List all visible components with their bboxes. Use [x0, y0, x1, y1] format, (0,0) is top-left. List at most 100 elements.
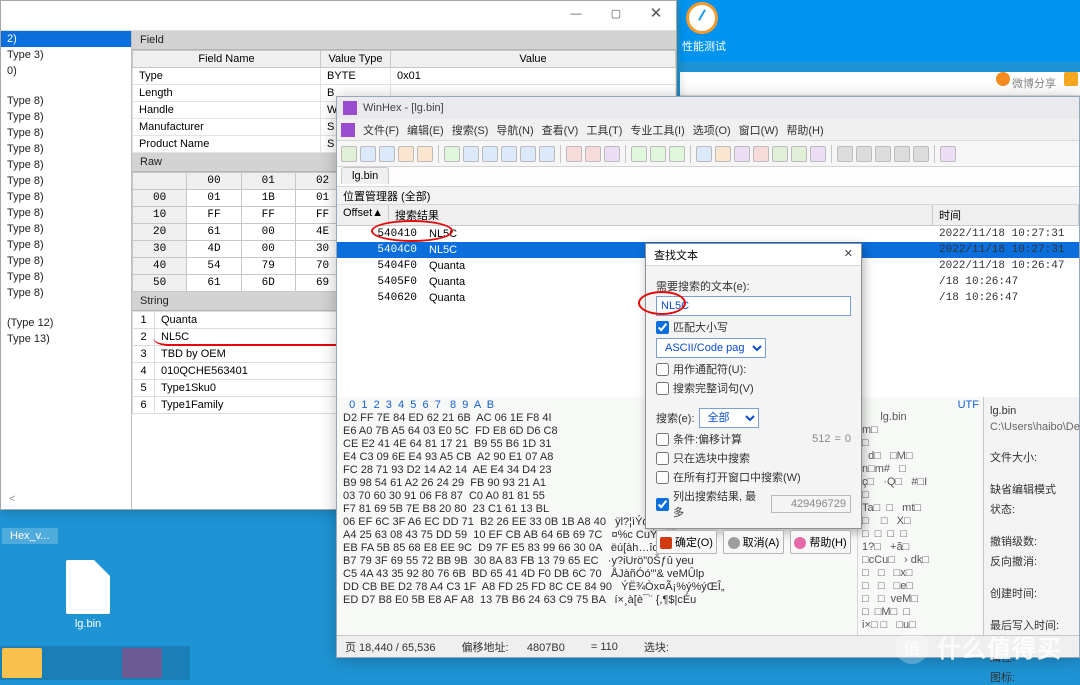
results-header: Offset▲ 搜索结果 时间	[337, 205, 1079, 226]
tb-next-icon[interactable]	[894, 146, 910, 162]
search-text-input[interactable]	[656, 296, 851, 316]
tb-ram-icon[interactable]	[696, 146, 712, 162]
tree-item[interactable]: Type 8)	[1, 173, 131, 189]
winhex-toolbar[interactable]	[337, 141, 1079, 167]
winhex-menu[interactable]: 文件(F) 编辑(E) 搜索(S) 导航(N) 查看(V) 工具(T) 专业工具…	[337, 119, 1079, 141]
menu-edit[interactable]: 编辑(E)	[407, 122, 444, 138]
tb-compare-icon[interactable]	[791, 146, 807, 162]
tb-findtext-icon[interactable]	[585, 146, 601, 162]
desktop-file-lgbin[interactable]: lg.bin	[56, 560, 120, 630]
tb-paste-icon[interactable]	[501, 146, 517, 162]
tb-fwd-icon[interactable]	[669, 146, 685, 162]
menu-help[interactable]: 帮助(H)	[786, 122, 823, 138]
tree-item[interactable]: Type 8)	[1, 141, 131, 157]
tb-prev-icon[interactable]	[875, 146, 891, 162]
minimize-button[interactable]: —	[556, 3, 596, 29]
tb-settings-icon[interactable]	[940, 146, 956, 162]
tree-item[interactable]: Type 8)	[1, 285, 131, 301]
tb-goto-icon[interactable]	[631, 146, 647, 162]
max-results-input[interactable]	[771, 495, 851, 513]
tb-hash-icon[interactable]	[753, 146, 769, 162]
help-button[interactable]: 帮助(H)	[790, 530, 851, 554]
tb-disk-icon[interactable]	[715, 146, 731, 162]
cancel-button[interactable]: 取消(A)	[723, 530, 784, 554]
camera-icon[interactable]	[1064, 72, 1078, 86]
tree-item[interactable]: Type 8)	[1, 269, 131, 285]
tree-item[interactable]: Type 8)	[1, 93, 131, 109]
menu-view[interactable]: 查看(V)	[542, 122, 579, 138]
position-manager-header[interactable]: 位置管理器 (全部)	[337, 187, 1079, 205]
tb-replace-icon[interactable]	[604, 146, 620, 162]
tree-item[interactable]: 0)	[1, 63, 131, 79]
tb-first-icon[interactable]	[856, 146, 872, 162]
taskbar[interactable]	[0, 646, 190, 680]
scope-select[interactable]: 全部	[699, 408, 759, 428]
chk-selonly[interactable]	[656, 452, 669, 465]
tree-item[interactable]: Type 8)	[1, 253, 131, 269]
col-offset[interactable]: Offset▲	[337, 205, 389, 225]
col-fieldname[interactable]: Field Name	[133, 51, 321, 68]
tb-print-icon[interactable]	[398, 146, 414, 162]
tb-findhex-icon[interactable]	[566, 146, 582, 162]
menu-window[interactable]: 窗口(W)	[739, 122, 779, 138]
tb-save-icon[interactable]	[379, 146, 395, 162]
chk-wildcard[interactable]	[656, 363, 669, 376]
close-button[interactable]: ✕	[636, 3, 676, 29]
chk-cond[interactable]	[656, 433, 669, 446]
menu-nav[interactable]: 导航(N)	[496, 122, 533, 138]
tree-item-selected[interactable]: 2)	[1, 31, 131, 47]
tb-last-icon[interactable]	[913, 146, 929, 162]
tb-copy-icon[interactable]	[482, 146, 498, 162]
tree-item[interactable]: Type 8)	[1, 109, 131, 125]
tb-cut-icon[interactable]	[463, 146, 479, 162]
taskbar-explorer-icon[interactable]	[2, 648, 42, 678]
tb-paste2-icon[interactable]	[520, 146, 536, 162]
encoding-select[interactable]: ASCII/Code page	[656, 338, 766, 358]
col-result[interactable]: 搜索结果	[389, 205, 933, 225]
rp-file: lg.bin	[990, 405, 1073, 417]
tb-back-icon[interactable]	[650, 146, 666, 162]
taskbar-app-icon[interactable]	[122, 648, 162, 678]
tree-item[interactable]: Type 8)	[1, 157, 131, 173]
chk-wholeword[interactable]	[656, 382, 669, 395]
menu-file[interactable]: 文件(F)	[363, 122, 399, 138]
menu-tools[interactable]: 工具(T)	[586, 122, 622, 138]
tb-calc-icon[interactable]	[734, 146, 750, 162]
tb-props-icon[interactable]	[417, 146, 433, 162]
chk-listresults[interactable]	[656, 498, 669, 511]
col-valuetype[interactable]: Value Type	[321, 51, 391, 68]
tb-undo-icon[interactable]	[444, 146, 460, 162]
share-label[interactable]: 微博分享	[1012, 72, 1056, 96]
winhex-tabs[interactable]: lg.bin	[337, 167, 1079, 187]
scroll-left-hint[interactable]: <	[9, 493, 15, 505]
tree-item[interactable]: Type 8)	[1, 237, 131, 253]
tb-open-icon[interactable]	[360, 146, 376, 162]
tb-pos-icon[interactable]	[837, 146, 853, 162]
chk-allwin[interactable]	[656, 471, 669, 484]
tb-analysis-icon[interactable]	[810, 146, 826, 162]
tree-item[interactable]: Type 8)	[1, 221, 131, 237]
tree-item[interactable]: Type 3)	[1, 47, 131, 63]
tree-item[interactable]: Type 8)	[1, 205, 131, 221]
type-tree[interactable]: 2) Type 3) 0) Type 8) Type 8) Type 8) Ty…	[1, 31, 132, 509]
rp-state: 状态:	[990, 501, 1073, 517]
tb-new-icon[interactable]	[341, 146, 357, 162]
menu-options[interactable]: 选项(O)	[693, 122, 731, 138]
menu-protools[interactable]: 专业工具(I)	[630, 122, 684, 138]
chk-matchcase[interactable]	[656, 321, 669, 334]
tree-item[interactable]: Type 13)	[1, 331, 131, 347]
maximize-button[interactable]: ▢	[596, 3, 636, 29]
col-value[interactable]: Value	[391, 51, 676, 68]
tree-item[interactable]: Type 8)	[1, 125, 131, 141]
tb-paste3-icon[interactable]	[539, 146, 555, 162]
tab-lgbin[interactable]: lg.bin	[341, 167, 389, 184]
taskbar-item-hex[interactable]: Hex_v...	[2, 528, 58, 544]
dialog-close-icon[interactable]: ✕	[844, 247, 853, 262]
menu-search[interactable]: 搜索(S)	[452, 122, 489, 138]
ok-button[interactable]: 确定(O)	[656, 530, 717, 554]
tb-tmpl-icon[interactable]	[772, 146, 788, 162]
tree-item[interactable]: Type 8)	[1, 189, 131, 205]
weibo-icon[interactable]	[996, 72, 1010, 86]
col-time[interactable]: 时间	[933, 205, 1079, 225]
tree-item[interactable]: (Type 12)	[1, 315, 131, 331]
